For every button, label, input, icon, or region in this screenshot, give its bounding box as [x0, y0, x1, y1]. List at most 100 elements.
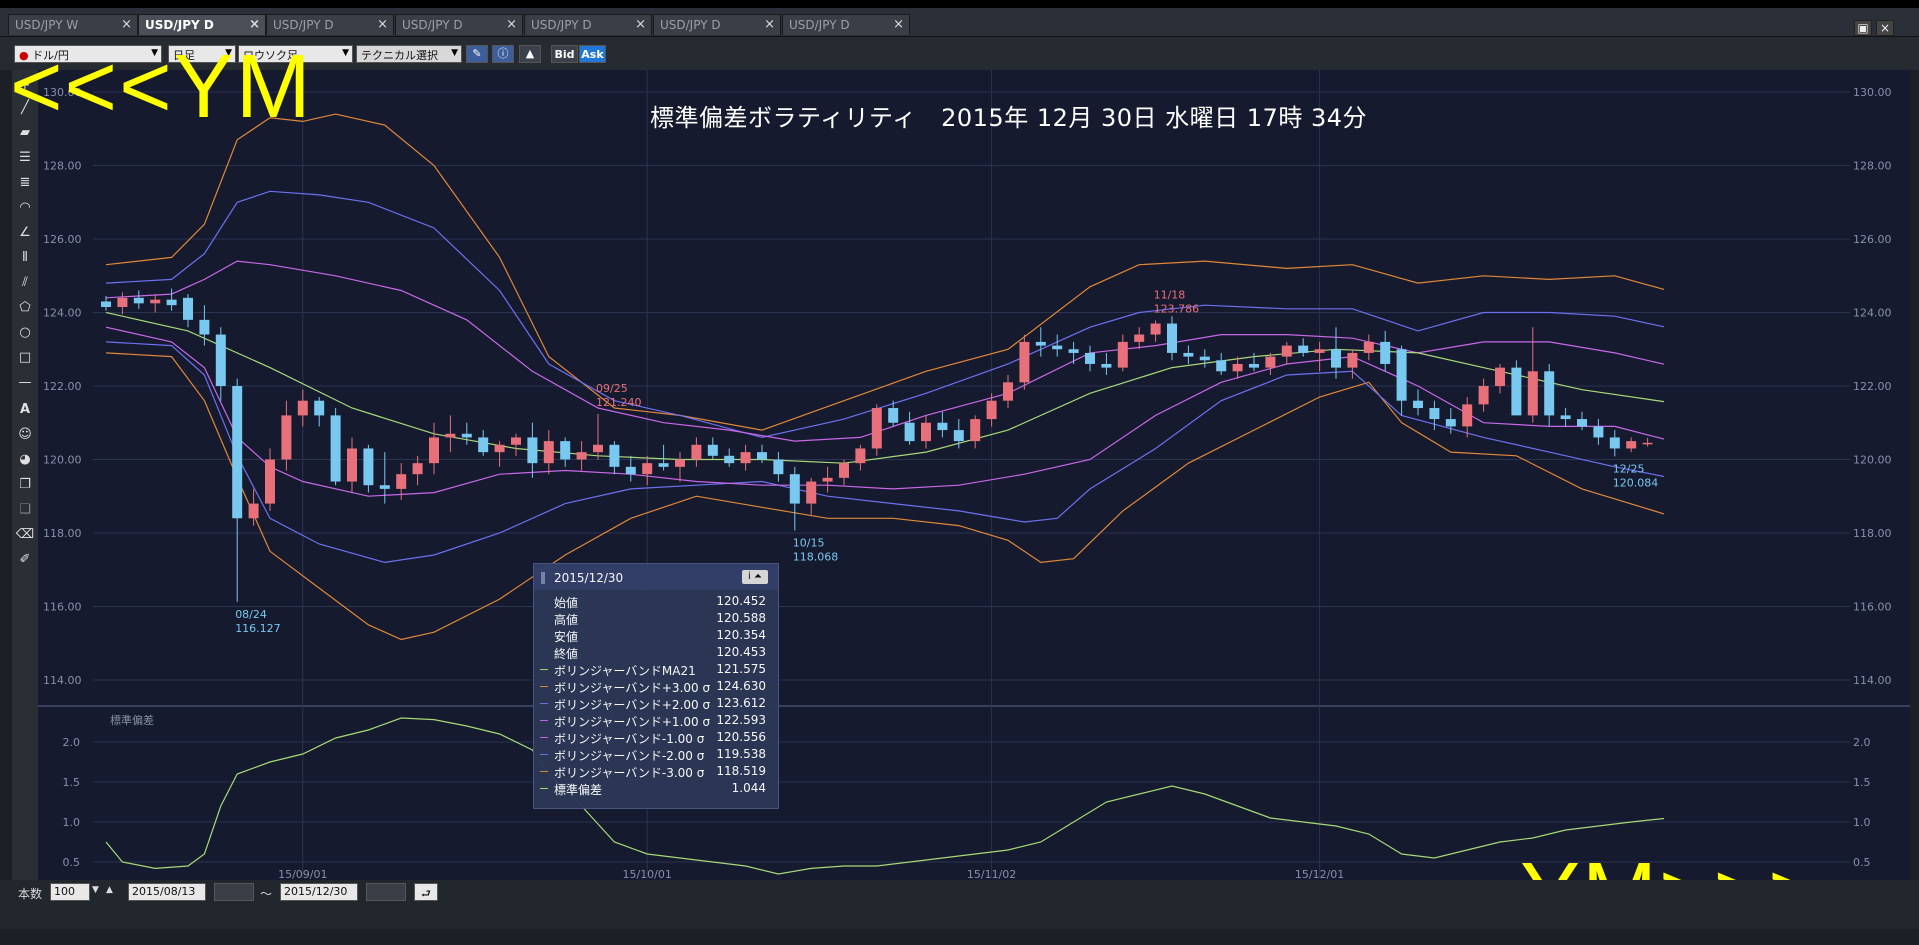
y-tick-label-right: 116.00 [1853, 600, 1892, 613]
candle-body [757, 452, 767, 460]
candle-body [1626, 441, 1637, 449]
candle-body [970, 419, 981, 442]
candle-body [576, 452, 587, 460]
data-window-row: 安値 120.354 [534, 627, 778, 644]
series-swatch [540, 737, 548, 738]
candle-body [1609, 437, 1620, 449]
candle-body [560, 441, 571, 460]
chart-area[interactable]: 130.00 130.00 128.00 128.00 126.00 126.00 124.… [38, 70, 1910, 881]
pentagon-icon[interactable]: ⬠ [15, 298, 35, 318]
row-value: 120.556 [716, 730, 766, 744]
sub-y-tick-right: 1.5 [1853, 776, 1871, 789]
settings-icon[interactable]: ✐ [15, 550, 35, 570]
tab-usdjpy-d-active[interactable]: USD/JPY D × [138, 14, 266, 35]
candle-body [347, 448, 357, 482]
annotation-date: 11/18 [1154, 288, 1186, 301]
ask-button[interactable]: Ask [579, 45, 606, 63]
data-window-row: ボリンジャーバンド-3.00 σ 118.519 [534, 763, 778, 780]
horizontal-lines-icon[interactable]: ☰ [15, 148, 35, 168]
candle-body [265, 459, 275, 504]
tab-usdjpy-d-6[interactable]: USD/JPY D × [653, 14, 781, 35]
annotation-value: 123.786 [1154, 302, 1200, 315]
sub-y-tick-right: 0.5 [1853, 856, 1871, 869]
series-swatch [540, 754, 548, 755]
paste-icon[interactable]: ❏ [15, 500, 35, 520]
candle-body [953, 430, 964, 442]
annotation-date: 10/15 [793, 536, 825, 549]
technical-select[interactable]: テクニカル選択 ▼ [356, 45, 462, 63]
info-icon[interactable]: ⓘ [492, 45, 514, 63]
area-chart-icon[interactable]: ▲ [519, 45, 541, 63]
data-window[interactable]: 2015/12/30 i ⏶ 始値 120.452 高値 120.588 安値 120.3… [533, 563, 779, 809]
channel-icon[interactable]: ⫽ [15, 273, 35, 293]
candle-body [511, 437, 521, 445]
stepper-up-icon[interactable]: ▲ [106, 885, 113, 895]
candle-body [1134, 334, 1145, 342]
copy-icon[interactable]: ❐ [15, 475, 35, 495]
from-date-input[interactable]: 2015/08/13 [128, 883, 206, 901]
drag-handle-icon[interactable] [541, 572, 545, 584]
eraser-icon[interactable]: ⌫ [15, 525, 35, 545]
annotation-date: 12/25 [1613, 462, 1645, 475]
close-icon[interactable]: × [893, 17, 904, 32]
rectangle-icon[interactable]: □ [15, 348, 35, 368]
count-input[interactable]: 100 [50, 883, 90, 901]
circle-icon[interactable]: ○ [15, 323, 35, 343]
hline-icon[interactable]: — [15, 373, 35, 393]
row-label: 終値 [554, 647, 579, 661]
close-icon[interactable]: × [506, 17, 517, 32]
candle-body [1035, 341, 1046, 346]
tab-usdjpy-w[interactable]: USD/JPY W × [8, 14, 138, 35]
data-window-row: 始値 120.452 [534, 593, 778, 610]
sub-y-tick-right: 1.0 [1853, 816, 1871, 829]
row-label: ボリンジャーバンド-3.00 σ [554, 766, 705, 780]
tab-usdjpy-d-4[interactable]: USD/JPY D × [395, 14, 523, 35]
close-icon[interactable]: × [764, 17, 775, 32]
chevron-down-icon: ▼ [342, 48, 349, 58]
candle-body [1560, 415, 1571, 420]
series-swatch [540, 771, 548, 772]
color-icon[interactable]: ◕ [15, 450, 35, 470]
tab-usdjpy-d-3[interactable]: USD/JPY D × [266, 14, 394, 35]
data-window-row: ボリンジャーバンド+2.00 σ 123.612 [534, 695, 778, 712]
candle-body [1429, 408, 1440, 420]
y-tick-label-left: 116.00 [43, 600, 82, 613]
fan-icon[interactable]: ◠ [15, 198, 35, 218]
tab-usdjpy-d-5[interactable]: USD/JPY D × [524, 14, 652, 35]
emoji-icon[interactable]: ☺ [15, 425, 35, 445]
data-window-row: ボリンジャーバンド+3.00 σ 124.630 [534, 678, 778, 695]
maximize-icon[interactable]: ▣ [1854, 20, 1872, 36]
to-time-input[interactable] [366, 883, 406, 901]
grid-lines-icon[interactable]: ≣ [15, 173, 35, 193]
pen-icon[interactable]: ✎ [466, 45, 488, 63]
stepper-down-icon[interactable]: ▼ [92, 885, 99, 895]
candle-body [166, 299, 177, 306]
vertical-lines-icon[interactable]: ⦀ [15, 248, 35, 268]
tab-usdjpy-d-7[interactable]: USD/JPY D × [782, 14, 910, 35]
count-value: 100 [54, 885, 75, 898]
close-icon[interactable]: × [121, 17, 132, 32]
close-icon[interactable]: × [249, 17, 260, 32]
candle-body [642, 463, 653, 475]
candle-body [1298, 345, 1309, 353]
text-icon[interactable]: A [15, 400, 35, 420]
reset-icon[interactable]: ⮐ [414, 883, 438, 901]
tab-label: USD/JPY D [273, 18, 334, 32]
to-date-input[interactable]: 2015/12/30 [280, 883, 358, 901]
candle-body [1413, 400, 1423, 409]
bid-button[interactable]: Bid [551, 45, 578, 63]
data-window-header[interactable]: 2015/12/30 i ⏶ [534, 564, 778, 590]
window-close-icon[interactable]: × [1876, 20, 1894, 36]
close-icon[interactable]: × [377, 17, 388, 32]
candle-body [297, 400, 308, 416]
candle-body [1495, 367, 1505, 386]
y-tick-label-left: 122.00 [43, 380, 82, 393]
candle-body [412, 463, 423, 475]
candle-body [1117, 341, 1128, 368]
candle-body [1019, 341, 1030, 383]
info-collapse-icon[interactable]: i ⏶ [742, 570, 768, 584]
close-icon[interactable]: × [635, 17, 646, 32]
from-time-input[interactable] [214, 883, 254, 901]
candle-body [1347, 352, 1358, 368]
gann-icon[interactable]: ∠ [15, 223, 35, 243]
